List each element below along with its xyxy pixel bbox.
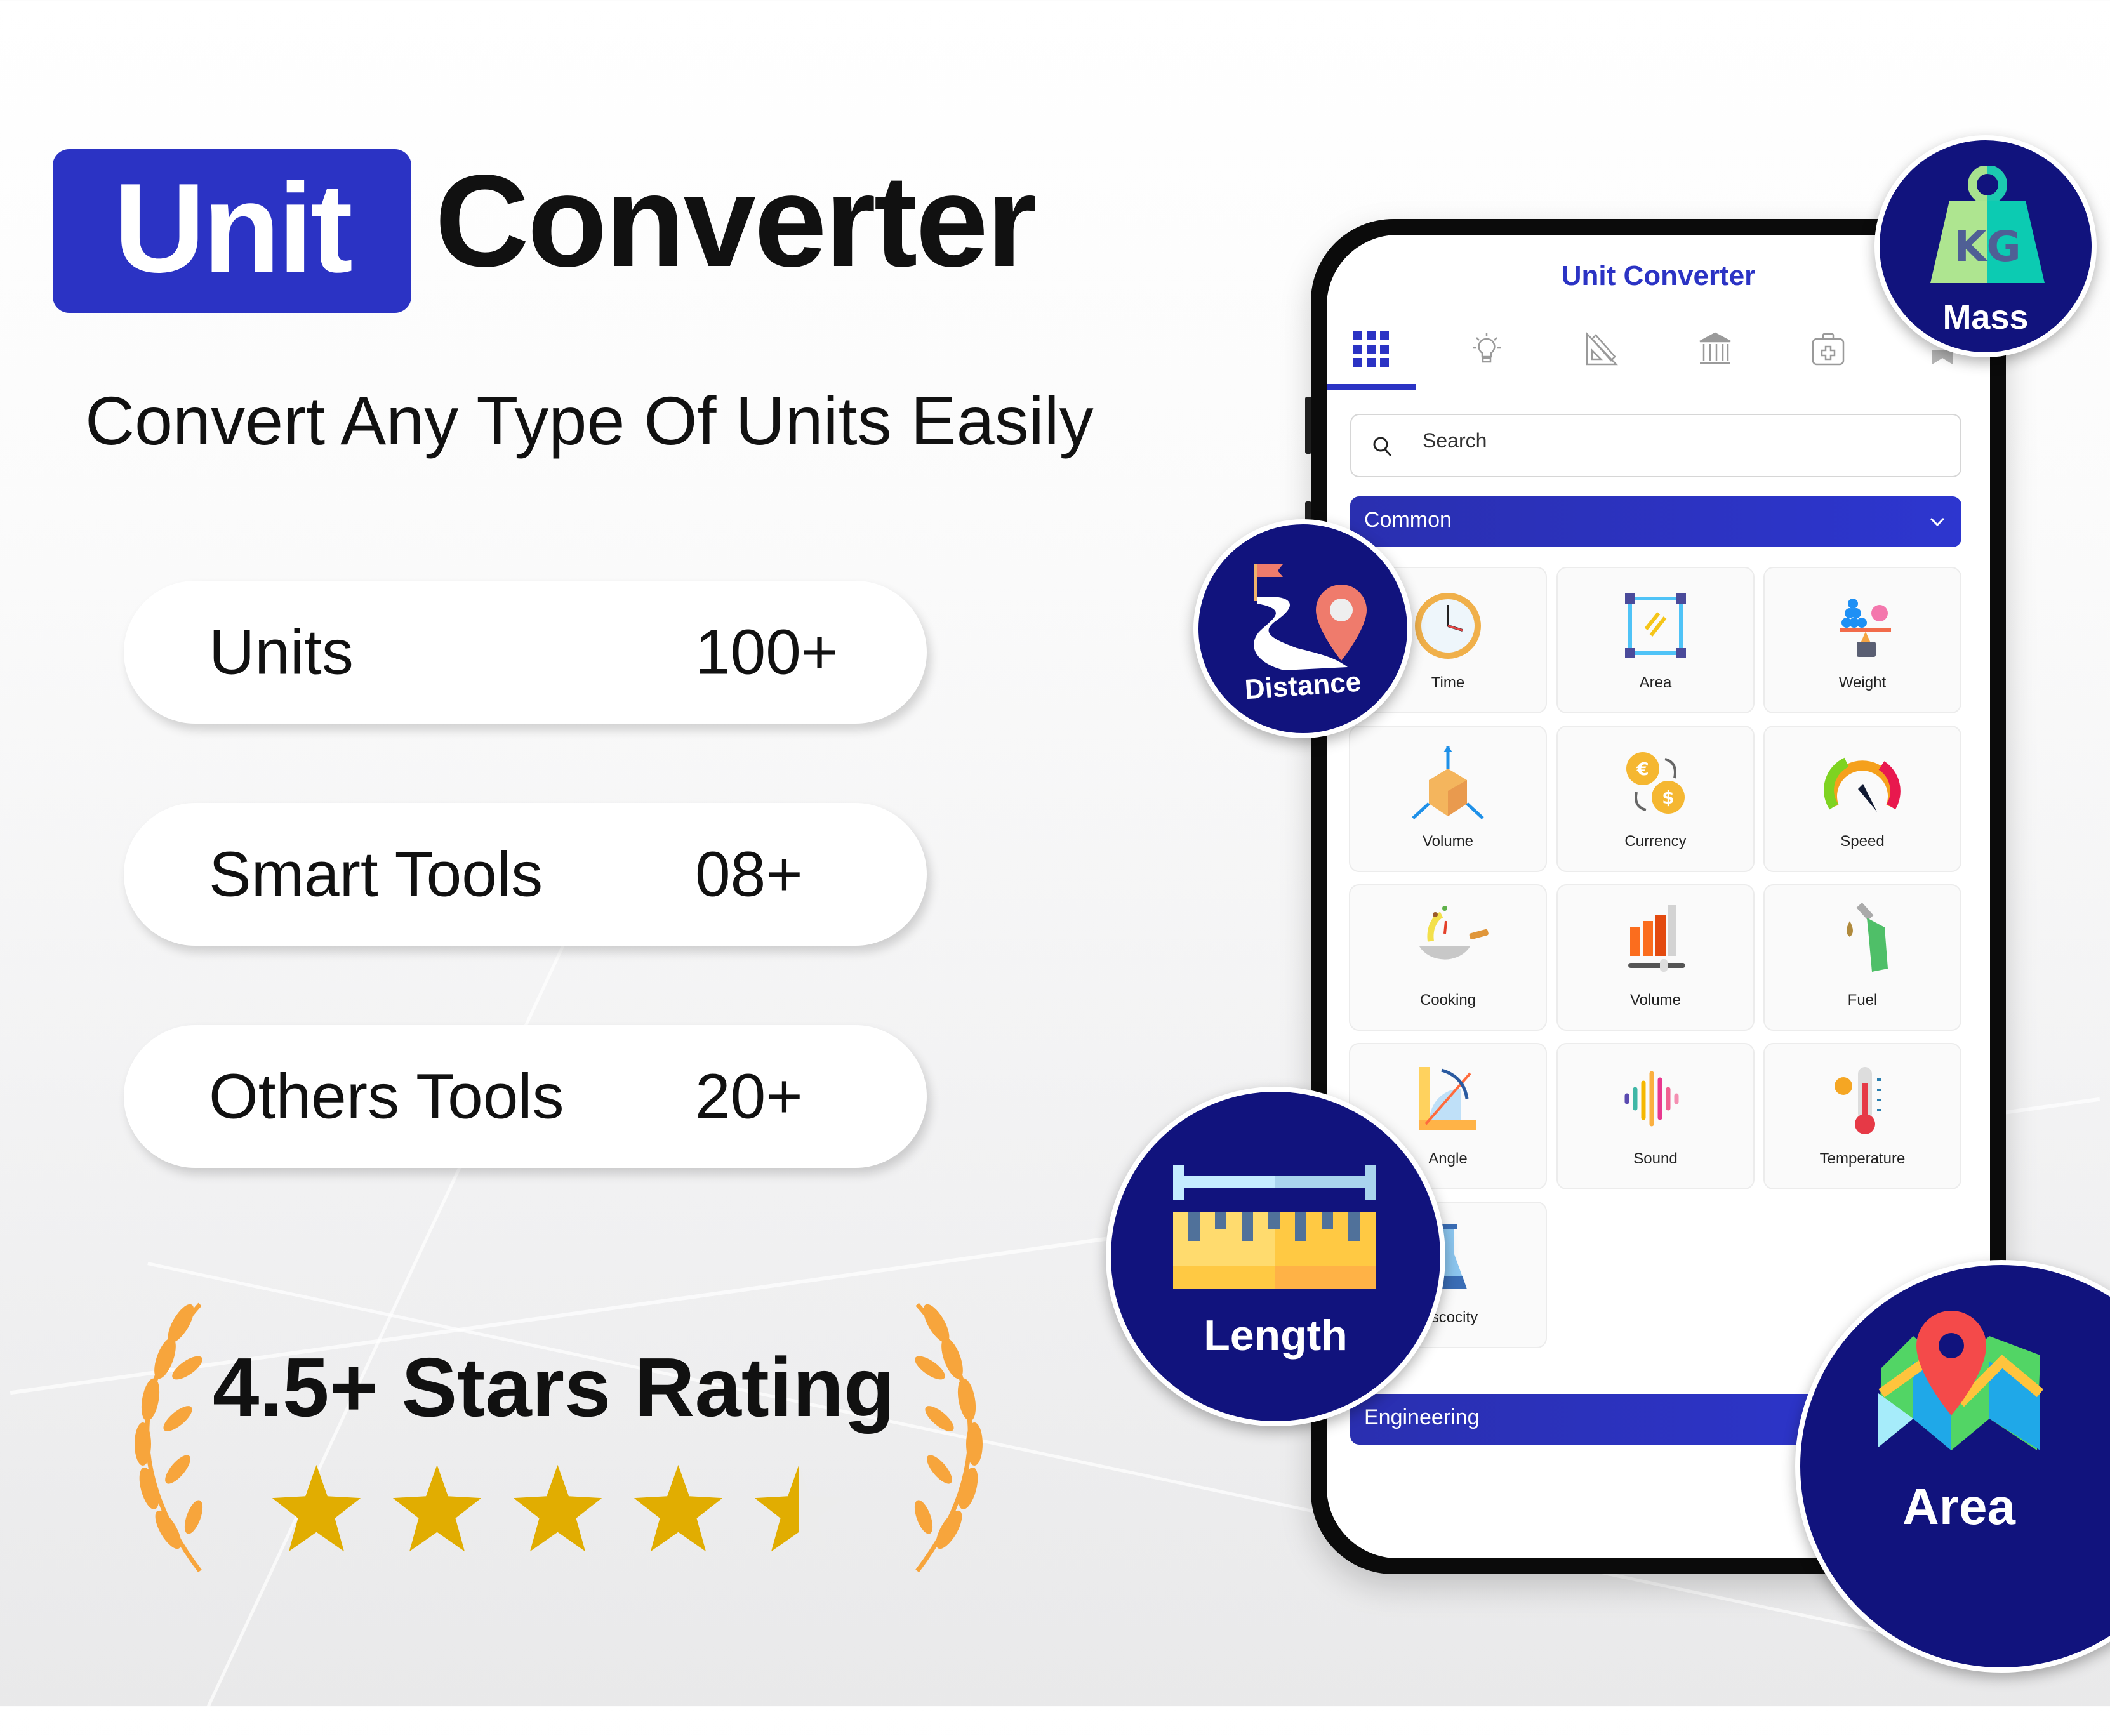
badge-length: Length bbox=[1106, 1087, 1445, 1426]
category-card-cooking[interactable]: Cooking bbox=[1349, 884, 1547, 1031]
tab-lightbulb[interactable] bbox=[1461, 324, 1512, 374]
sound-wave-icon bbox=[1624, 1071, 1679, 1127]
category-label: Area bbox=[1639, 674, 1672, 691]
protractor-icon bbox=[1419, 1067, 1476, 1130]
badge-label: Distance bbox=[1244, 666, 1362, 706]
category-card-volume[interactable]: Volume bbox=[1349, 726, 1547, 872]
category-label: Weight bbox=[1838, 674, 1887, 691]
star-half-icon bbox=[754, 1464, 844, 1552]
section-title: Engineering bbox=[1364, 1405, 1480, 1429]
star-full-icon bbox=[272, 1464, 361, 1552]
badge-mass: KG Mass bbox=[1874, 135, 2097, 357]
kg-weight-icon: KG bbox=[1930, 166, 2045, 283]
ruler-icon bbox=[1173, 1165, 1376, 1289]
category-card-currency[interactable]: € $ Currency bbox=[1556, 726, 1755, 872]
svg-text:$: $ bbox=[1662, 787, 1674, 808]
category-card-fuel[interactable]: Fuel bbox=[1763, 884, 1961, 1031]
stat-label: Smart Tools bbox=[209, 838, 543, 910]
star-rating bbox=[270, 1463, 846, 1555]
badge-label: Area bbox=[1902, 1478, 2015, 1535]
category-label: Sound bbox=[1633, 1150, 1678, 1167]
category-card-area[interactable]: Area bbox=[1556, 567, 1755, 713]
star-full-icon bbox=[513, 1464, 602, 1552]
fuel-nozzle-icon bbox=[1847, 902, 1888, 972]
category-label: Temperature bbox=[1819, 1150, 1906, 1167]
clock-icon bbox=[1415, 593, 1481, 659]
svg-text:€: € bbox=[1636, 759, 1649, 779]
currency-exchange-icon: €$ bbox=[1626, 752, 1685, 814]
tab-math[interactable] bbox=[1576, 324, 1626, 374]
badge-label: Mass bbox=[1942, 298, 2029, 336]
subtitle: Convert Any Type Of Units Easily bbox=[85, 382, 1094, 459]
wok-icon bbox=[1419, 906, 1489, 960]
grid-icon bbox=[1353, 331, 1389, 367]
search-input[interactable]: Search bbox=[1350, 414, 1961, 477]
category-card-sound[interactable]: Sound bbox=[1556, 1043, 1755, 1189]
first-aid-kit-icon bbox=[1812, 333, 1845, 366]
category-card-volume[interactable]: Volume bbox=[1556, 884, 1755, 1031]
category-card-speed[interactable]: Speed bbox=[1763, 726, 1961, 872]
stat-value: 20+ bbox=[695, 1061, 803, 1132]
tab-finance[interactable] bbox=[1690, 324, 1741, 374]
star-full-icon bbox=[392, 1464, 482, 1552]
balance-scale-icon bbox=[1840, 599, 1891, 657]
stat-value: 08+ bbox=[695, 838, 803, 910]
stat-label: Others Tools bbox=[209, 1061, 564, 1132]
section-header-common[interactable]: Common bbox=[1350, 496, 1961, 547]
category-label: Fuel bbox=[1847, 991, 1878, 1009]
volume-bars-icon bbox=[1628, 905, 1685, 972]
title-text: Converter bbox=[435, 148, 1037, 294]
title-highlight: Unit bbox=[114, 157, 353, 299]
section-title: Common bbox=[1364, 508, 1452, 532]
stat-label: Units bbox=[209, 616, 354, 687]
stat-pill-units: Units 100+ bbox=[124, 581, 927, 724]
svg-text:KG: KG bbox=[1954, 222, 2020, 271]
chevron-down-icon bbox=[1930, 517, 1945, 527]
tab-all[interactable] bbox=[1346, 324, 1397, 374]
category-label: Cooking bbox=[1419, 991, 1476, 1009]
search-icon bbox=[1373, 437, 1392, 457]
category-label: Speed bbox=[1840, 833, 1885, 850]
speedometer-icon bbox=[1824, 757, 1901, 812]
category-card-temperature[interactable]: Temperature bbox=[1763, 1043, 1961, 1189]
search-placeholder: Search bbox=[1423, 429, 1487, 452]
category-card-weight[interactable]: Weight bbox=[1763, 567, 1961, 713]
category-label: Volume bbox=[1422, 833, 1474, 850]
title-highlight-box: Unit bbox=[53, 149, 411, 313]
map-pin-icon bbox=[1878, 1311, 2044, 1450]
badge-label: Length bbox=[1204, 1311, 1348, 1360]
rating-text: 4.5+ Stars Rating bbox=[213, 1341, 895, 1434]
ruler-triangle-icon bbox=[1586, 331, 1618, 366]
badge-distance: Distance bbox=[1193, 519, 1412, 738]
stat-pill-others-tools: Others Tools 20+ bbox=[124, 1025, 927, 1168]
tab-health[interactable] bbox=[1803, 324, 1854, 374]
route-pin-icon bbox=[1254, 564, 1367, 670]
stat-pill-smart-tools: Smart Tools 08+ bbox=[124, 803, 927, 946]
category-label: Currency bbox=[1624, 833, 1687, 850]
laurel-right-icon bbox=[914, 1302, 983, 1573]
lightbulb-icon bbox=[1473, 333, 1501, 363]
cube-axes-icon bbox=[1412, 746, 1484, 819]
thermometer-icon bbox=[1835, 1067, 1881, 1134]
stat-value: 100+ bbox=[695, 616, 839, 687]
active-tab-indicator bbox=[1327, 384, 1416, 390]
area-frame-icon bbox=[1625, 593, 1686, 658]
bank-icon bbox=[1699, 332, 1731, 364]
star-full-icon bbox=[634, 1464, 723, 1552]
category-label: Volume bbox=[1629, 991, 1682, 1009]
